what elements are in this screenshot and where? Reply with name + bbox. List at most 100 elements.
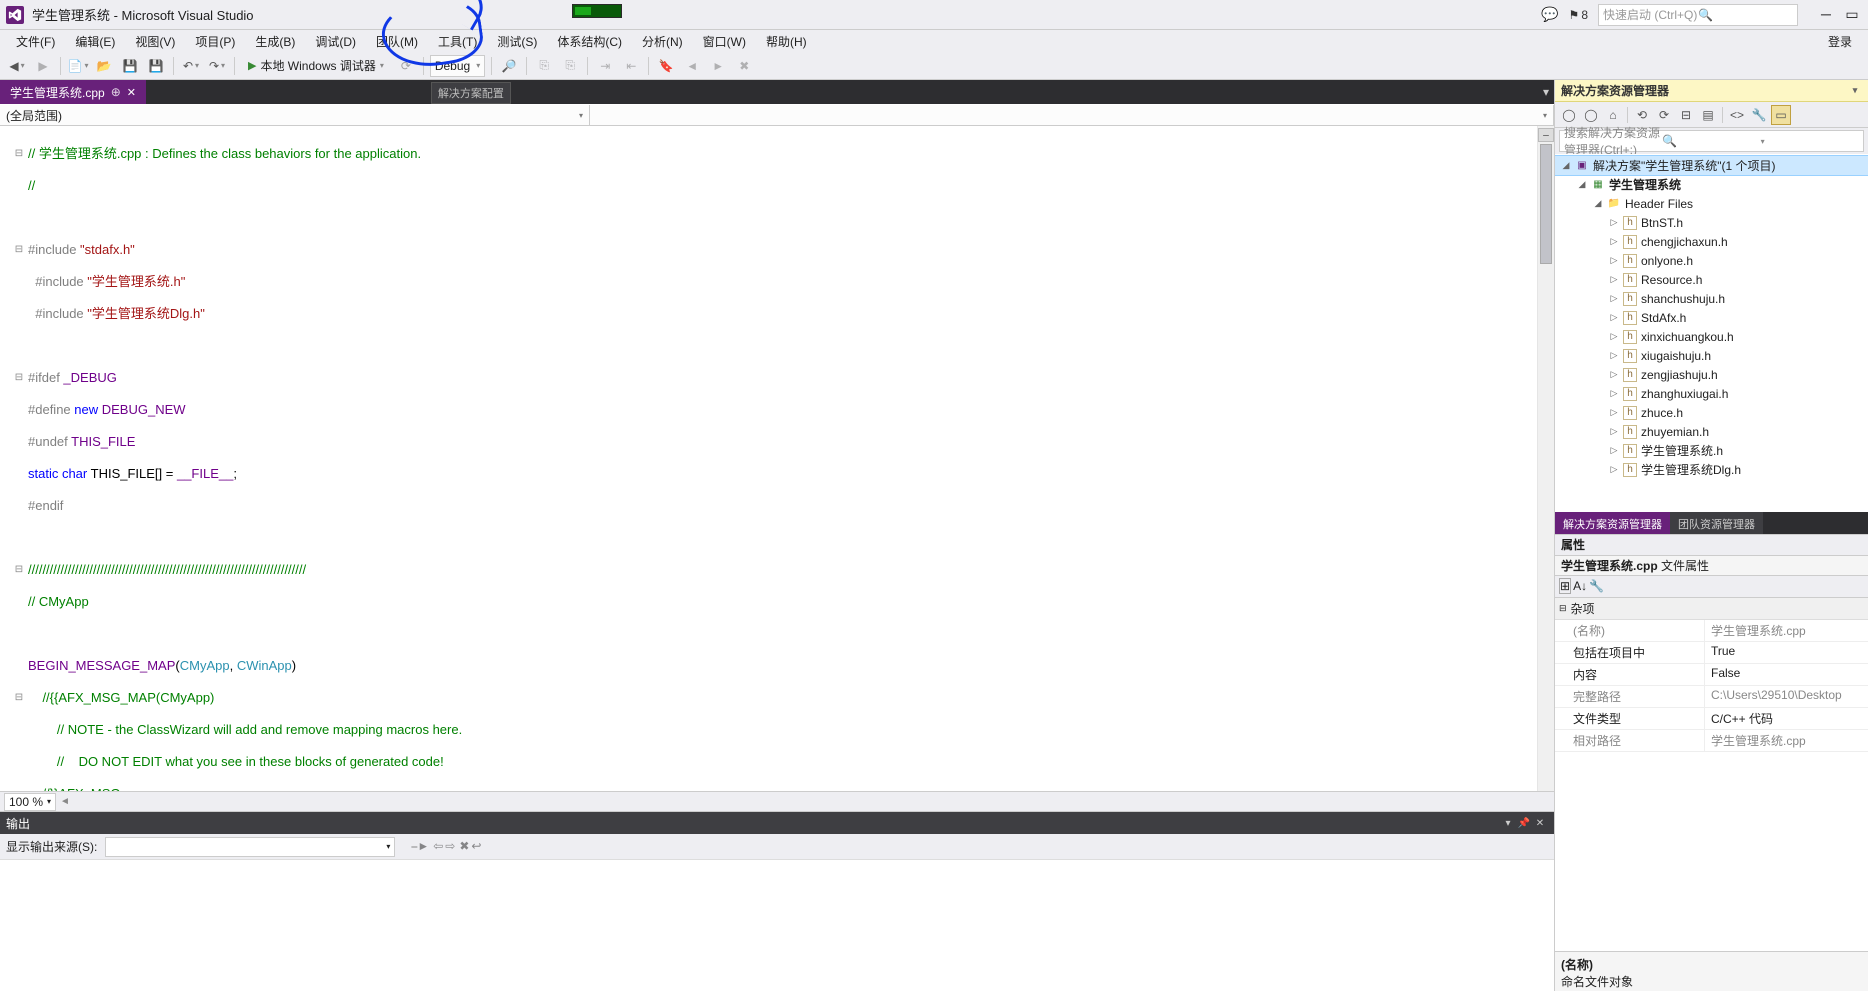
output-wrap-button[interactable]: ↩ (471, 839, 481, 855)
tree-file[interactable]: ▷h学生管理系统.h (1555, 441, 1868, 460)
split-button[interactable]: ─ (1538, 128, 1554, 142)
tree-folder-headers[interactable]: ◢ 📁 Header Files (1555, 194, 1868, 213)
tree-file[interactable]: ▷hshanchushuju.h (1555, 289, 1868, 308)
prop-row[interactable]: 相对路径学生管理系统.cpp (1555, 730, 1868, 752)
tree-file[interactable]: ▷hzhuce.h (1555, 403, 1868, 422)
prop-pages-button[interactable]: 🔧 (1589, 579, 1604, 593)
undo-button[interactable]: ↶ (180, 55, 202, 77)
menu-edit[interactable]: 编辑(E) (65, 30, 125, 53)
prop-row[interactable]: 包括在项目中True (1555, 642, 1868, 664)
menu-tools[interactable]: 工具(T) (428, 30, 487, 53)
redo-button[interactable]: ↷ (206, 55, 228, 77)
tree-file[interactable]: ▷hResource.h (1555, 270, 1868, 289)
se-preview-button[interactable]: ▭ (1771, 105, 1791, 125)
tree-file[interactable]: ▷hzengjiashuju.h (1555, 365, 1868, 384)
indent-button[interactable]: ⇥ (594, 55, 616, 77)
save-button[interactable]: 💾 (119, 55, 141, 77)
menu-test[interactable]: 测试(S) (487, 30, 547, 53)
find-in-files-button[interactable]: 🔎 (498, 55, 520, 77)
se-tab-solution[interactable]: 解决方案资源管理器 (1555, 512, 1670, 534)
feedback-icon[interactable]: 💬 (1541, 6, 1558, 23)
prop-cat-button[interactable]: ⊞ (1559, 578, 1571, 594)
se-properties-button[interactable]: 🔧 (1749, 105, 1769, 125)
menu-build[interactable]: 生成(B) (245, 30, 305, 53)
menu-team[interactable]: 团队(M) (366, 30, 428, 53)
outline-toggle[interactable]: ⊟ (14, 690, 24, 706)
outline-toggle[interactable]: ⊟ (14, 146, 24, 162)
nav-fwd-button[interactable]: ▶ (32, 55, 54, 77)
browser-select-button[interactable]: ⟳ (395, 55, 417, 77)
tree-file[interactable]: ▷h学生管理系统Dlg.h (1555, 460, 1868, 479)
menu-window[interactable]: 窗口(W) (693, 30, 756, 53)
output-next-button[interactable]: ⇨ (445, 839, 455, 855)
panel-close-icon[interactable]: ✕ (1532, 818, 1548, 829)
document-tab-active[interactable]: 学生管理系统.cpp ⊕ ✕ (0, 80, 146, 104)
panel-pin-icon[interactable]: 📌 (1516, 818, 1532, 829)
properties-grid[interactable]: ⊟ 杂项 (名称)学生管理系统.cpp包括在项目中True内容False完整路径… (1555, 598, 1868, 952)
prev-bookmark-button[interactable]: ◄ (681, 55, 703, 77)
bookmark-button[interactable]: 🔖 (655, 55, 677, 77)
tree-file[interactable]: ▷hzhanghuxiugai.h (1555, 384, 1868, 403)
maximize-button[interactable]: ▭ (1842, 6, 1862, 23)
se-sync-button[interactable]: ⟲ (1632, 105, 1652, 125)
se-search-input[interactable]: 搜索解决方案资源管理器(Ctrl+;) 🔍 ▾ (1559, 130, 1864, 152)
menu-arch[interactable]: 体系结构(C) (547, 30, 632, 53)
tree-file[interactable]: ▷hBtnST.h (1555, 213, 1868, 232)
pin-icon[interactable]: ⊕ (111, 85, 121, 99)
se-back-button[interactable]: ◯ (1559, 105, 1579, 125)
output-body[interactable] (0, 860, 1554, 991)
se-code-button[interactable]: <> (1727, 105, 1747, 125)
outdent-button[interactable]: ⇤ (620, 55, 642, 77)
new-project-button[interactable]: 📄 (67, 55, 89, 77)
se-showall-button[interactable]: ▤ (1698, 105, 1718, 125)
notification-flag[interactable]: ⚑ 8 (1569, 8, 1588, 22)
menu-view[interactable]: 视图(V) (125, 30, 185, 53)
output-clear-button[interactable]: ✖ (459, 839, 469, 855)
next-bookmark-button[interactable]: ► (707, 55, 729, 77)
start-debug-button[interactable]: ▶ 本地 Windows 调试器 ▾ (241, 55, 391, 77)
tree-file[interactable]: ▷honlyone.h (1555, 251, 1868, 270)
se-tree[interactable]: ◢ ▣ 解决方案"学生管理系统"(1 个项目) ◢ ▦ 学生管理系统 ◢ 📁 H… (1555, 154, 1868, 512)
output-goto-button[interactable]: ⎯► (411, 839, 429, 855)
menu-debug[interactable]: 调试(D) (305, 30, 366, 53)
prop-row[interactable]: 内容False (1555, 664, 1868, 686)
zoom-combo[interactable]: 100 % ▾ (4, 793, 56, 811)
scope-combo[interactable]: (全局范围) ▾ (0, 105, 590, 125)
tab-overflow-button[interactable]: ▾ (1538, 80, 1554, 104)
comment-button[interactable]: ⎘ (533, 55, 555, 77)
se-tab-team[interactable]: 团队资源管理器 (1670, 512, 1763, 534)
se-collapse-button[interactable]: ⊟ (1676, 105, 1696, 125)
prop-row[interactable]: (名称)学生管理系统.cpp (1555, 620, 1868, 642)
tree-project[interactable]: ◢ ▦ 学生管理系统 (1555, 175, 1868, 194)
menu-project[interactable]: 项目(P) (185, 30, 245, 53)
minimize-button[interactable]: ─ (1816, 6, 1836, 23)
uncomment-button[interactable]: ⎘ (559, 55, 581, 77)
se-refresh-button[interactable]: ⟳ (1654, 105, 1674, 125)
clear-bookmark-button[interactable]: ✖ (733, 55, 755, 77)
save-all-button[interactable]: 💾 (145, 55, 167, 77)
code-editor[interactable]: ⊟// 学生管理系统.cpp : Defines the class behav… (0, 126, 1554, 791)
menu-file[interactable]: 文件(F) (6, 30, 65, 53)
menu-help[interactable]: 帮助(H) (756, 30, 817, 53)
sign-in-link[interactable]: 登录 (1818, 30, 1862, 53)
se-home-button[interactable]: ⌂ (1603, 105, 1623, 125)
output-source-combo[interactable]: ▾ (105, 837, 395, 857)
tree-file[interactable]: ▷hchengjichaxun.h (1555, 232, 1868, 251)
se-fwd-button[interactable]: ◯ (1581, 105, 1601, 125)
tree-file[interactable]: ▷hxinxichuangkou.h (1555, 327, 1868, 346)
outline-toggle[interactable]: ⊟ (14, 562, 24, 578)
nav-back-button[interactable]: ◀ (6, 55, 28, 77)
outline-toggle[interactable]: ⊟ (14, 242, 24, 258)
scroll-thumb[interactable] (1540, 144, 1552, 264)
tree-solution[interactable]: ◢ ▣ 解决方案"学生管理系统"(1 个项目) (1555, 156, 1868, 175)
menu-analyze[interactable]: 分析(N) (632, 30, 693, 53)
se-dropdown-icon[interactable]: ▾ (1848, 85, 1862, 96)
panel-dropdown-icon[interactable]: ▾ (1500, 818, 1516, 829)
prop-row[interactable]: 完整路径C:\Users\29510\Desktop (1555, 686, 1868, 708)
outline-toggle[interactable]: ⊟ (14, 370, 24, 386)
member-combo[interactable]: ▾ (590, 105, 1554, 125)
prop-category[interactable]: ⊟ 杂项 (1555, 598, 1868, 620)
config-combo[interactable]: Debug ▾ 解决方案配置 (430, 55, 485, 77)
tree-file[interactable]: ▷hxiugaishuju.h (1555, 346, 1868, 365)
quick-launch-input[interactable]: 快速启动 (Ctrl+Q) 🔍 (1598, 4, 1798, 26)
